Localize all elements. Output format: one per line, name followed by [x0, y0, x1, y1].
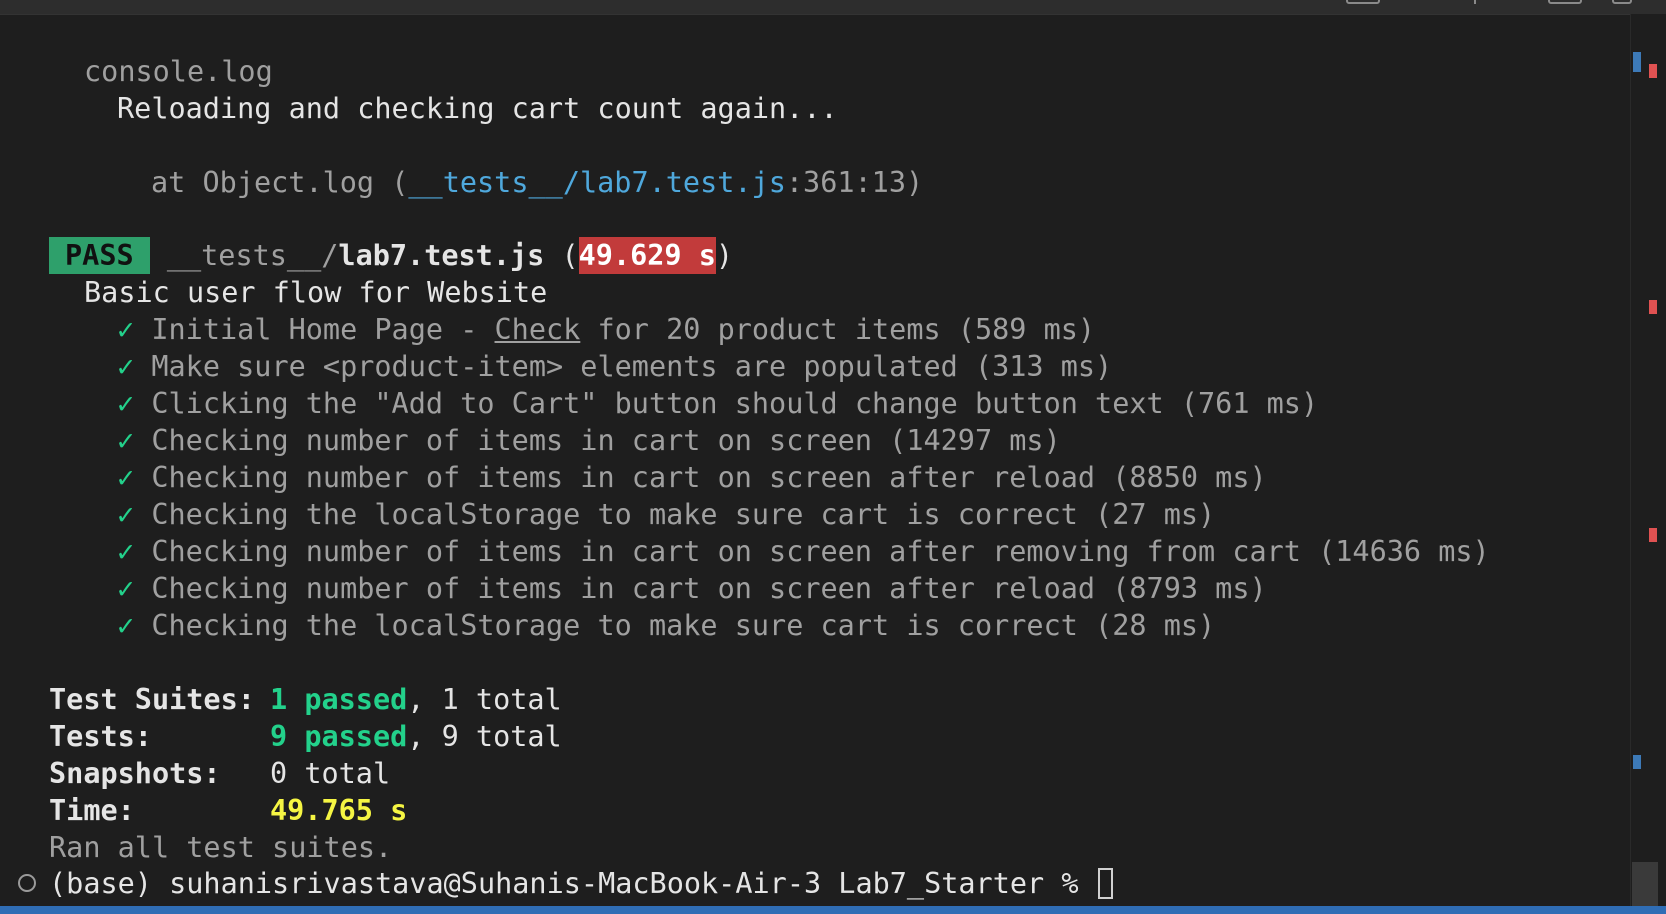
test-result-row: ✓ Checking number of items in cart on sc… [117, 533, 1490, 570]
console-message: Reloading and checking cart count again.… [117, 92, 838, 125]
terminal-output[interactable]: console.log Reloading and checking cart … [0, 14, 1630, 906]
test-result-row: ✓ Clicking the "Add to Cart" button shou… [117, 385, 1318, 422]
test-file-name: lab7.test.js [338, 239, 545, 272]
close-panel-icon[interactable] [1612, 0, 1632, 4]
maximize-panel-icon[interactable] [1548, 0, 1582, 4]
stack-suffix: :361:13) [785, 166, 924, 199]
prompt-status-icon [18, 874, 36, 892]
scrollbar-marker [1633, 52, 1641, 72]
stack-prefix: at Object.log ( [151, 166, 409, 199]
shell-prompt-line[interactable]: (base) suhanisrivastava@Suhanis-MacBook-… [49, 865, 1113, 902]
terminal-window: console.log Reloading and checking cart … [0, 0, 1666, 914]
check-icon: ✓ [117, 387, 135, 420]
test-name: Checking the localStorage to make sure c… [151, 498, 1216, 531]
scrollbar-thumb[interactable] [1632, 862, 1658, 906]
check-icon: ✓ [117, 498, 135, 531]
scrollbar-marker [1633, 755, 1641, 769]
split-icon[interactable] [1474, 0, 1476, 4]
test-1-pre: Initial Home Page - [151, 313, 495, 346]
check-icon: ✓ [117, 313, 135, 346]
test-result-row: ✓ Checking number of items in cart on sc… [117, 459, 1267, 496]
check-icon: ✓ [117, 535, 135, 568]
check-icon: ✓ [117, 350, 135, 383]
stack-trace-line: at Object.log (__tests__/lab7.test.js:36… [151, 164, 923, 201]
console-log-label: console.log [84, 55, 273, 88]
terminal-panel-icon[interactable] [1346, 0, 1380, 4]
summary-snapshots: Snapshots: 0 total [49, 755, 390, 792]
tests-passed: 9 passed [270, 720, 408, 753]
test-result-row: ✓ Checking number of items in cart on sc… [117, 422, 1061, 459]
check-icon: ✓ [117, 424, 135, 457]
test-1-post: for 20 product items (589 ms) [580, 313, 1096, 346]
check-icon: ✓ [117, 461, 135, 494]
time-value: 49.765 s [270, 794, 408, 827]
scrollbar-marker [1649, 64, 1657, 78]
test-name: Checking the localStorage to make sure c… [151, 609, 1216, 642]
check-icon: ✓ [117, 572, 135, 605]
text-cursor [1097, 868, 1113, 899]
suites-passed: 1 passed [270, 683, 408, 716]
tests-label: Tests: [49, 720, 152, 753]
status-bar [0, 906, 1666, 914]
snapshots-label: Snapshots: [49, 757, 221, 790]
suites-label: Test Suites: [49, 683, 255, 716]
test-name: Checking number of items in cart on scre… [151, 424, 1061, 457]
test-name: Make sure <product-item> elements are po… [151, 350, 1113, 383]
time-label: Time: [49, 794, 135, 827]
summary-tests: Tests: 9 passed, 9 total [49, 718, 562, 755]
test-name: Checking number of items in cart on scre… [151, 572, 1267, 605]
test-file-link[interactable]: __tests__/lab7.test.js [408, 166, 786, 199]
panel-toolbar [0, 0, 1666, 15]
scrollbar-marker [1649, 528, 1657, 542]
paren-open: ( [544, 239, 579, 272]
test-result-row: ✓ Checking the localStorage to make sure… [117, 607, 1215, 644]
suite-time-badge: 49.629 s [578, 237, 716, 274]
test-result-row: ✓ Initial Home Page - Check for 20 produ… [117, 311, 1095, 348]
pass-line: PASS __tests__/lab7.test.js (49.629 s) [49, 237, 733, 274]
test-file-dir: __tests__/ [166, 239, 339, 272]
test-name: Checking number of items in cart on scre… [151, 461, 1267, 494]
summary-time: Time: 49.765 s [49, 792, 407, 829]
test-result-row: ✓ Make sure <product-item> elements are … [117, 348, 1112, 385]
terminal-scrollbar[interactable] [1630, 14, 1666, 906]
check-icon: ✓ [117, 609, 135, 642]
paren-close: ) [715, 239, 734, 272]
tests-total: , 9 total [407, 720, 562, 753]
summary-suites: Test Suites: 1 passed, 1 total [49, 681, 562, 718]
test-result-row: ✓ Checking the localStorage to make sure… [117, 496, 1215, 533]
describe-title: Basic user flow for Website [84, 276, 548, 309]
test-1-check-link[interactable]: Check [495, 313, 581, 346]
scrollbar-marker [1649, 300, 1657, 314]
test-name: Checking number of items in cart on scre… [151, 535, 1490, 568]
suites-total: , 1 total [407, 683, 562, 716]
test-name: Clicking the "Add to Cart" button should… [151, 387, 1319, 420]
snapshots-value: 0 total [270, 757, 391, 790]
pass-badge: PASS [49, 237, 150, 274]
test-result-row: ✓ Checking number of items in cart on sc… [117, 570, 1267, 607]
ran-all-suites: Ran all test suites. [49, 831, 393, 864]
shell-prompt: (base) suhanisrivastava@Suhanis-MacBook-… [49, 867, 1096, 900]
